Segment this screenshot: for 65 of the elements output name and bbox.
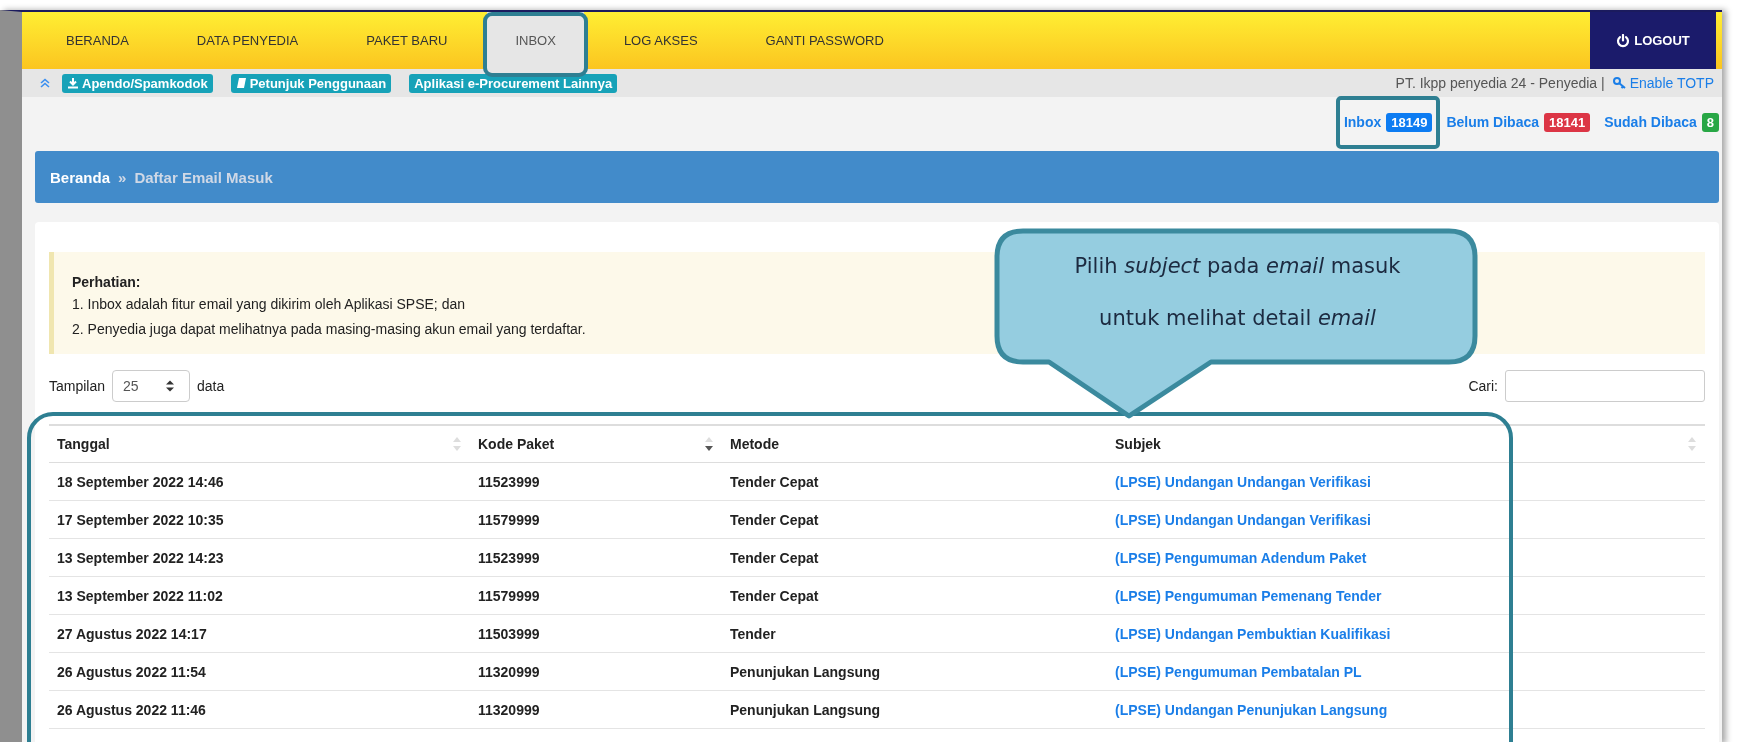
- table-cell: 11320999: [470, 652, 722, 691]
- count-badge: 18149: [1386, 112, 1433, 132]
- subject-link[interactable]: (LPSE) Undangan Undangan Verifikasi: [1115, 511, 1371, 528]
- nav-tab[interactable]: DATA PENYEDIA: [168, 12, 327, 69]
- table-cell: Penunjukan Langsung: [722, 652, 1107, 691]
- table-cell: Tender: [722, 614, 1107, 653]
- totp-link[interactable]: Enable TOTP: [1612, 75, 1714, 91]
- table-cell: 11320999: [470, 690, 722, 729]
- table-cell: 11523999: [470, 462, 722, 501]
- toolbar-button[interactable]: Petunjuk Penggunaan: [230, 73, 392, 93]
- nav-tab[interactable]: GANTI PASSWORD: [737, 12, 912, 69]
- table-cell: 18 September 2022 14:46: [49, 462, 470, 501]
- table-cell: 11579999: [470, 576, 722, 615]
- table-cell: 26 Agustus 2022 11:54: [49, 652, 470, 691]
- table-cell: Penunjukan Langsung: [722, 690, 1107, 729]
- column-header[interactable]: Metode: [722, 425, 1107, 463]
- nav-tab[interactable]: PAKET BARU: [338, 12, 476, 69]
- subject-link[interactable]: (LPSE) Pengumuman Adendum Paket: [1115, 549, 1367, 566]
- download-icon: [67, 77, 79, 89]
- breadcrumb-current: Daftar Email Masuk: [134, 168, 273, 186]
- page-length-select[interactable]: 25: [112, 370, 191, 402]
- table-cell: 26 Agustus 2022 11:46: [49, 690, 470, 729]
- counter-link[interactable]: Inbox: [1343, 114, 1382, 130]
- nav-tab[interactable]: LOG AKSES: [595, 12, 726, 69]
- table-cell: 17 September 2022 10:35: [49, 500, 470, 539]
- table-cell: 27 Agustus 2022 14:17: [49, 614, 470, 653]
- collapse-icon[interactable]: [40, 78, 50, 88]
- toolbar-button[interactable]: Aplikasi e-Procurement Lainnya: [409, 73, 618, 93]
- table-cell: Tender Cepat: [722, 576, 1107, 615]
- toolbar-button[interactable]: Apendo/Spamkodok: [62, 73, 213, 93]
- table-cell: 11503999: [470, 614, 722, 653]
- power-icon: [1616, 33, 1631, 48]
- table-cell: 11579999: [470, 500, 722, 539]
- table-cell: 13 September 2022 11:02: [49, 576, 470, 615]
- callout-text: Pilih subject pada email masuk untuk melihat detail email: [1073, 253, 1402, 332]
- table-cell: Tender Cepat: [722, 462, 1107, 501]
- nav-tab[interactable]: BERANDA: [38, 12, 157, 69]
- column-header[interactable]: Subjek: [1107, 425, 1705, 463]
- breadcrumb-link[interactable]: Beranda: [50, 168, 111, 186]
- subject-link[interactable]: (LPSE) Undangan Penunjukan Langsung: [1115, 701, 1388, 718]
- table-cell: 13 September 2022 14:23: [49, 538, 470, 577]
- table-cell: Tender Cepat: [722, 500, 1107, 539]
- column-header[interactable]: Kode Paket: [470, 425, 722, 463]
- key-icon: [1612, 77, 1627, 89]
- subject-link[interactable]: (LPSE) Undangan Pembuktian Kualifikasi: [1115, 625, 1391, 642]
- table-cell: 11523999: [470, 538, 722, 577]
- user-info: PT. Ikpp penyedia 24 - Penyedia |: [1395, 75, 1605, 91]
- count-badge: 18141: [1544, 112, 1591, 132]
- count-badge: 8: [1701, 112, 1719, 132]
- length-label: Tampilan: [49, 378, 106, 394]
- column-header[interactable]: Tanggal: [49, 425, 470, 463]
- logout-button[interactable]: LOGOUT: [1590, 12, 1716, 69]
- subject-link[interactable]: (LPSE) Pengumuman Pembatalan PL: [1115, 663, 1362, 680]
- search-label: Cari:: [1468, 378, 1498, 394]
- updown-icon: [165, 379, 176, 393]
- subject-link[interactable]: (LPSE) Pengumuman Pemenang Tender: [1115, 587, 1382, 604]
- counter-link[interactable]: Belum Dibaca: [1446, 114, 1539, 130]
- search-field[interactable]: [1505, 370, 1705, 402]
- length-label: data: [197, 378, 225, 394]
- breadcrumb-separator: »: [118, 168, 127, 186]
- counter-link[interactable]: Sudah Dibaca: [1604, 114, 1697, 130]
- table-cell: Tender Cepat: [722, 538, 1107, 577]
- notice-title: Perhatian:: [72, 273, 142, 292]
- nav-tab[interactable]: INBOX: [487, 12, 584, 69]
- subject-link[interactable]: (LPSE) Undangan Undangan Verifikasi: [1115, 473, 1371, 490]
